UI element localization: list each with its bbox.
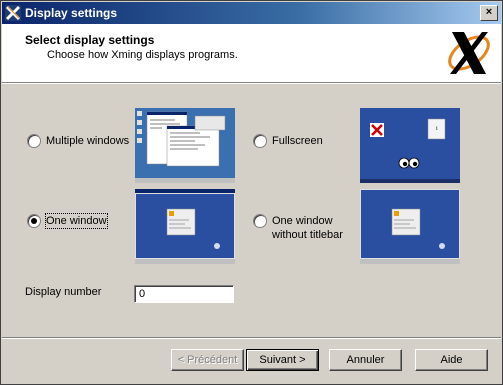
option-label-one-window-no-titlebar: One window without titlebar — [272, 214, 343, 242]
next-button-label: Suivant > — [259, 354, 306, 366]
help-button[interactable]: Aide — [415, 349, 488, 371]
option-label-fullscreen: Fullscreen — [272, 135, 323, 147]
footer-divider-highlight — [2, 338, 501, 339]
option-label-multiple-windows: Multiple windows — [46, 135, 130, 147]
display-number-input[interactable] — [134, 285, 234, 303]
cancel-button[interactable]: Annuler — [329, 349, 402, 371]
option-one-window-no-titlebar[interactable]: One window without titlebar — [253, 214, 343, 242]
preview-multiple-windows — [135, 108, 235, 183]
radio-one-window[interactable] — [27, 214, 41, 228]
xming-app-icon — [5, 5, 21, 21]
close-button[interactable]: × — [480, 5, 498, 21]
preview-one-window-no-titlebar — [360, 189, 460, 264]
next-button[interactable]: Suivant > — [246, 349, 319, 371]
radio-fullscreen[interactable] — [253, 134, 267, 148]
option-label-line1: One window — [272, 215, 333, 227]
preview-fullscreen: i — [360, 108, 460, 183]
radio-multiple-windows[interactable] — [27, 134, 41, 148]
display-settings-window: Display settings × Select display settin… — [0, 0, 503, 385]
back-button[interactable]: < Précédent — [171, 349, 244, 371]
header-subtitle: Choose how Xming displays programs. — [47, 49, 238, 61]
option-label-one-window: One window — [45, 213, 108, 229]
header-title: Select display settings — [25, 33, 155, 47]
title-bar[interactable]: Display settings × — [2, 2, 501, 24]
xming-logo-icon — [448, 32, 490, 74]
option-multiple-windows[interactable]: Multiple windows — [27, 134, 129, 148]
header-divider — [2, 83, 501, 84]
display-number-label: Display number — [25, 286, 102, 298]
wizard-header: Select display settings Choose how Xming… — [2, 24, 501, 83]
option-label-line2: without titlebar — [272, 229, 343, 241]
window-title: Display settings — [25, 6, 118, 20]
radio-one-window-no-titlebar[interactable] — [253, 214, 267, 228]
option-fullscreen[interactable]: Fullscreen — [253, 134, 323, 148]
preview-one-window — [135, 189, 235, 264]
option-one-window[interactable]: One window — [27, 213, 108, 229]
